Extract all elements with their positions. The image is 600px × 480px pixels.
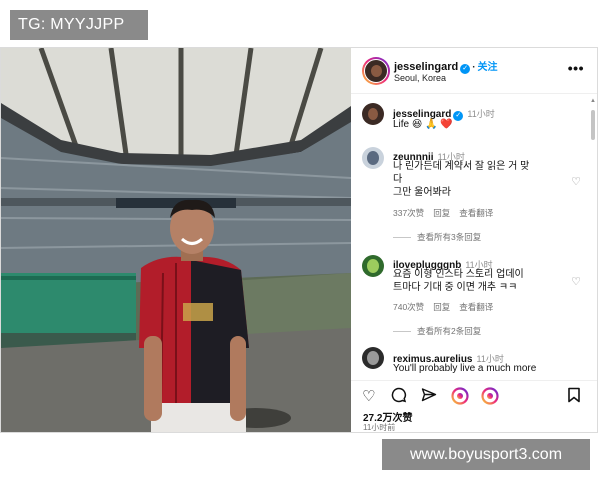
- caption-text: Life 😆 🙏 ❤️: [393, 119, 453, 130]
- reaction-gradient-icon-2[interactable]: [481, 387, 499, 409]
- comment-likes[interactable]: 740次赞: [393, 302, 424, 312]
- caption-avatar[interactable]: [362, 103, 384, 125]
- view-replies-button[interactable]: 查看所有2条回复: [393, 325, 481, 337]
- page: TG: MYYJJPP jesselingard ✓ · 关注 Seoul, K…: [0, 0, 600, 480]
- caption-time: 11小时: [467, 109, 495, 119]
- comment-avatar[interactable]: [362, 147, 384, 169]
- follow-button[interactable]: 关注: [478, 62, 498, 73]
- watermark-bottom: www.boyusport3.com: [382, 439, 590, 470]
- more-options-icon[interactable]: •••: [568, 60, 584, 76]
- view-replies-label: 查看所有3条回复: [417, 232, 482, 242]
- comment-text-line: 트마다 기대 중 이면 개추 ㅋㅋ: [393, 282, 518, 293]
- author-username-row: jesselingard ✓ · 关注: [394, 58, 498, 74]
- comment-bubble-icon[interactable]: [391, 387, 407, 407]
- comment-likes[interactable]: 337次赞: [393, 208, 424, 218]
- instagram-post: jesselingard ✓ · 关注 Seoul, Korea ••• jessel…: [0, 47, 598, 433]
- post-location[interactable]: Seoul, Korea: [394, 73, 446, 83]
- verified-badge-icon: ✓: [460, 64, 471, 74]
- like-comment-heart-icon[interactable]: ♡: [571, 175, 581, 188]
- comment-text-line: 그만 울어봐라: [393, 187, 451, 198]
- post-photo[interactable]: [1, 48, 351, 432]
- comment-text-line: 다: [393, 174, 403, 185]
- post-sidebar: jesselingard ✓ · 关注 Seoul, Korea ••• jessel…: [351, 48, 597, 432]
- share-send-icon[interactable]: [421, 387, 437, 407]
- comment-meta: 337次赞 回复 查看翻译: [393, 207, 502, 219]
- comment-text-line: You'll probably live a much more: [393, 363, 537, 374]
- replies-divider: [393, 331, 411, 333]
- comments-list: jesselingard ✓ 11小时 Life 😆 🙏 ❤️ zeunnnii 11…: [351, 95, 591, 418]
- reply-button[interactable]: 回复: [433, 208, 450, 218]
- watermark-top: TG: MYYJJPP: [10, 10, 148, 40]
- replies-divider: [393, 237, 411, 239]
- comment-meta: 740次赞 回复 查看翻译: [393, 301, 502, 313]
- view-replies-label: 查看所有2条回复: [417, 326, 482, 336]
- like-heart-icon[interactable]: ♡: [362, 387, 375, 405]
- comments-scrollbar[interactable]: ▲ ▼: [590, 98, 596, 420]
- reaction-gradient-icon[interactable]: [451, 387, 469, 409]
- like-comment-heart-icon[interactable]: ♡: [571, 275, 581, 288]
- dot-separator: ·: [472, 62, 476, 73]
- translate-button[interactable]: 查看翻译: [459, 302, 493, 312]
- view-replies-button[interactable]: 查看所有3条回复: [393, 231, 481, 243]
- scroll-thumb[interactable]: [591, 110, 595, 140]
- post-actions: ♡ 27.2万次赞 11小时前: [351, 380, 597, 432]
- reply-button[interactable]: 回复: [433, 302, 450, 312]
- comment-avatar[interactable]: [362, 255, 384, 277]
- caption-verified-badge-icon: ✓: [453, 111, 464, 121]
- bookmark-icon[interactable]: [567, 387, 581, 407]
- author-avatar[interactable]: [362, 57, 390, 85]
- comment-text-line: 요즘 이형 인스타 스토리 업데이: [393, 269, 524, 280]
- scroll-up-icon[interactable]: ▲: [590, 98, 596, 104]
- author-username[interactable]: jesselingard: [394, 61, 458, 73]
- post-header: jesselingard ✓ · 关注 Seoul, Korea •••: [351, 48, 597, 94]
- translate-button[interactable]: 查看翻译: [459, 208, 493, 218]
- comment-avatar[interactable]: [362, 347, 384, 369]
- comment-text-line: 나 린가든데 계약서 잘 읽은 거 맞: [393, 161, 530, 172]
- posted-time: 11小时前: [363, 423, 396, 432]
